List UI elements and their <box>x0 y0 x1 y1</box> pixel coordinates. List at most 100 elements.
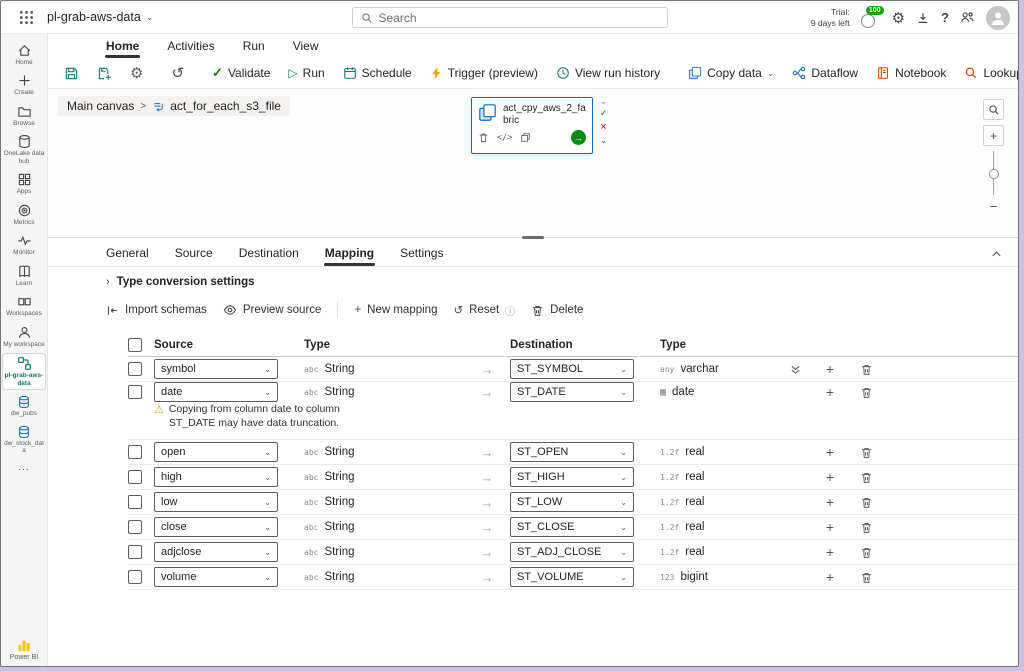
add-mapping-row-button[interactable]: + <box>812 384 848 400</box>
delete-row-button[interactable] <box>848 571 884 584</box>
tab-destination[interactable]: Destination <box>238 246 300 266</box>
sidebar-item-create[interactable]: Create <box>2 71 46 98</box>
sidebar-item-more[interactable]: ... <box>2 460 46 475</box>
app-launcher-waffle-icon[interactable] <box>11 4 41 30</box>
tab-home[interactable]: Home <box>105 39 140 56</box>
delete-row-button[interactable] <box>848 496 884 509</box>
row-checkbox[interactable] <box>128 362 142 376</box>
tab-mapping[interactable]: Mapping <box>324 246 375 266</box>
trigger-button[interactable]: Trigger (preview) <box>426 63 542 83</box>
pipeline-settings-gear-icon[interactable]: ⚙ <box>126 61 147 85</box>
add-mapping-row-button[interactable]: + <box>812 361 848 377</box>
breadcrumb-root[interactable]: Main canvas <box>67 99 134 113</box>
sidebar-item-dw-stock-data[interactable]: dw_stock_data <box>2 423 46 457</box>
notification-badge-icon[interactable]: 100 <box>861 8 881 28</box>
delete-row-button[interactable] <box>848 363 884 376</box>
code-icon[interactable]: </> <box>497 133 512 143</box>
add-mapping-row-button[interactable]: + <box>812 519 848 535</box>
validate-button[interactable]: ✓ Validate <box>208 62 274 84</box>
sidebar-item-browse[interactable]: Browse <box>2 102 46 129</box>
tab-activities[interactable]: Activities <box>166 39 215 56</box>
view-run-history-button[interactable]: View run history <box>552 63 664 83</box>
zoom-slider-handle[interactable] <box>989 169 999 179</box>
double-chevron-icon[interactable] <box>778 364 812 375</box>
copy-data-button[interactable]: Copy data ⌄ <box>684 63 778 83</box>
sidebar-item-pipeline-pl-grab-aws-data[interactable]: pl-grab-aws-data <box>2 353 46 390</box>
row-checkbox[interactable] <box>128 520 142 534</box>
destination-column-dropdown[interactable]: ST_OPEN⌄ <box>510 442 634 462</box>
delete-mapping-button[interactable]: Delete <box>531 304 583 317</box>
save-button[interactable] <box>60 63 83 84</box>
add-mapping-row-button[interactable]: + <box>812 494 848 510</box>
completion-port-icon[interactable]: ⌄ <box>597 135 610 146</box>
activity-node-copy-data[interactable]: act_cpy_aws_2_fabric </> → ⌄ ✓ × ⌄ <box>471 97 593 154</box>
avatar[interactable] <box>986 6 1010 30</box>
sidebar-item-monitor[interactable]: Monitor <box>2 231 46 258</box>
row-checkbox[interactable] <box>128 570 142 584</box>
settings-gear-icon[interactable]: ⚙ <box>892 9 905 27</box>
skip-port-icon[interactable]: ⌄ <box>597 96 610 107</box>
zoom-in-button[interactable]: + <box>983 125 1004 146</box>
sidebar-item-onelake[interactable]: OneLake data hub <box>2 132 46 167</box>
delete-activity-icon[interactable] <box>478 132 489 143</box>
add-mapping-row-button[interactable]: + <box>812 569 848 585</box>
source-column-dropdown[interactable]: volume⌄ <box>154 567 278 587</box>
row-checkbox[interactable] <box>128 385 142 399</box>
pipeline-canvas[interactable]: Main canvas > act_for_each_s3_file act_c… <box>48 89 1018 237</box>
sidebar-item-my-workspace[interactable]: My workspace <box>2 323 46 350</box>
sidebar-item-learn[interactable]: Learn <box>2 262 46 289</box>
source-column-dropdown[interactable]: open⌄ <box>154 442 278 462</box>
zoom-out-button[interactable]: − <box>990 200 998 213</box>
delete-row-button[interactable] <box>848 386 884 399</box>
row-checkbox[interactable] <box>128 495 142 509</box>
type-conversion-settings-toggle[interactable]: › Type conversion settings <box>48 276 1018 288</box>
sidebar-item-metrics[interactable]: Metrics <box>2 201 46 228</box>
row-checkbox[interactable] <box>128 470 142 484</box>
source-column-dropdown[interactable]: high⌄ <box>154 467 278 487</box>
destination-column-dropdown[interactable]: ST_ADJ_CLOSE⌄ <box>510 542 634 562</box>
people-icon[interactable] <box>960 10 975 25</box>
fail-port-icon[interactable]: × <box>597 121 610 135</box>
search-input[interactable]: Search <box>352 7 668 28</box>
run-button[interactable]: ▷ Run <box>284 63 328 83</box>
destination-column-dropdown[interactable]: ST_DATE⌄ <box>510 382 634 402</box>
duplicate-activity-icon[interactable] <box>520 132 531 143</box>
sidebar-item-dw-pubs[interactable]: dw_pubs <box>2 393 46 419</box>
import-schemas-button[interactable]: Import schemas <box>106 304 207 317</box>
destination-column-dropdown[interactable]: ST_VOLUME⌄ <box>510 567 634 587</box>
sidebar-item-apps[interactable]: Apps <box>2 170 46 197</box>
dataflow-button[interactable]: Dataflow <box>788 63 862 83</box>
tab-view[interactable]: View <box>292 39 320 56</box>
tab-run[interactable]: Run <box>242 39 266 56</box>
add-mapping-row-button[interactable]: + <box>812 469 848 485</box>
destination-column-dropdown[interactable]: ST_HIGH⌄ <box>510 467 634 487</box>
tab-source[interactable]: Source <box>174 246 214 266</box>
delete-row-button[interactable] <box>848 521 884 534</box>
help-icon[interactable]: ? <box>941 10 949 25</box>
app-name-menu[interactable]: pl-grab-aws-data ⌄ <box>47 10 153 24</box>
delete-row-button[interactable] <box>848 446 884 459</box>
source-column-dropdown[interactable]: symbol⌄ <box>154 359 278 379</box>
row-checkbox[interactable] <box>128 545 142 559</box>
destination-column-dropdown[interactable]: ST_CLOSE⌄ <box>510 517 634 537</box>
sidebar-item-workspaces[interactable]: Workspaces <box>2 292 46 319</box>
destination-column-dropdown[interactable]: ST_LOW⌄ <box>510 492 634 512</box>
tab-general[interactable]: General <box>105 246 150 266</box>
download-icon[interactable] <box>916 11 930 25</box>
on-success-port-icon[interactable]: → <box>571 130 586 145</box>
canvas-search-button[interactable] <box>983 99 1004 120</box>
breadcrumb-current[interactable]: act_for_each_s3_file <box>170 99 281 113</box>
sidebar-item-home[interactable]: Home <box>2 41 46 68</box>
source-column-dropdown[interactable]: low⌄ <box>154 492 278 512</box>
notebook-button[interactable]: Notebook <box>872 63 950 83</box>
lookup-button[interactable]: Lookup <box>960 63 1018 83</box>
tab-settings[interactable]: Settings <box>399 246 444 266</box>
source-column-dropdown[interactable]: adjclose⌄ <box>154 542 278 562</box>
delete-row-button[interactable] <box>848 471 884 484</box>
zoom-slider[interactable] <box>993 151 994 195</box>
source-column-dropdown[interactable]: date⌄ <box>154 382 278 402</box>
save-as-button[interactable] <box>93 63 116 84</box>
new-mapping-button[interactable]: + New mapping <box>354 304 437 316</box>
preview-source-button[interactable]: Preview source <box>223 303 322 317</box>
select-all-checkbox[interactable] <box>128 338 142 352</box>
